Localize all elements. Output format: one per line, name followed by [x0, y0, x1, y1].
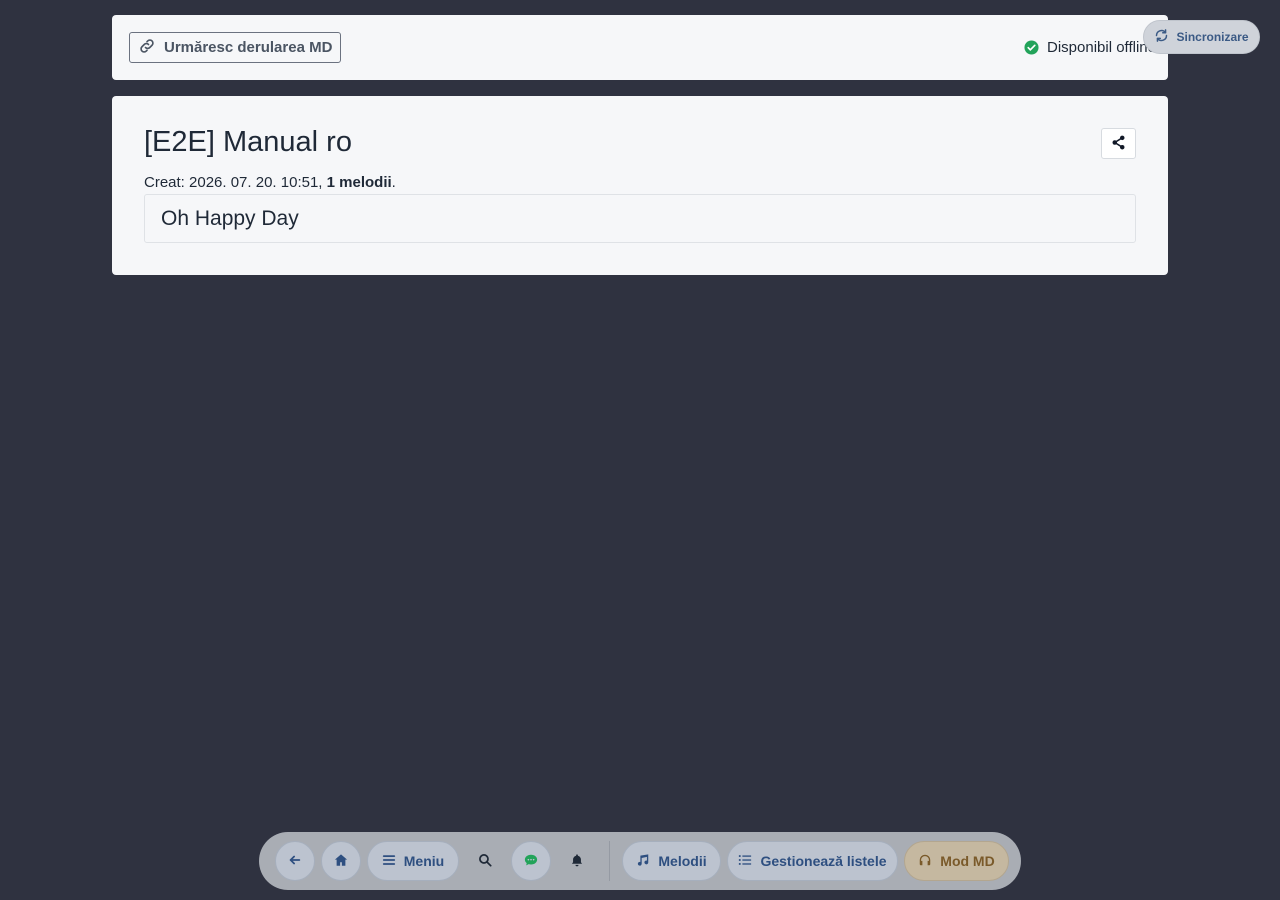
follow-md-scroll-label: Urmăresc derularea MD	[164, 39, 333, 56]
menu-button[interactable]: Meniu	[367, 841, 459, 881]
list-icon	[738, 853, 752, 870]
song-list-card: [E2E] Manual ro Creat: 2026. 07. 20. 10:…	[112, 96, 1168, 275]
chat-icon	[524, 853, 538, 870]
list-item[interactable]: Oh Happy Day	[144, 194, 1136, 243]
sync-icon	[1154, 28, 1169, 46]
home-icon	[334, 853, 348, 870]
md-mode-button[interactable]: Mod MD	[904, 841, 1009, 881]
created-date: Creat: 2026. 07. 20. 10:51,	[144, 174, 327, 191]
home-button[interactable]	[321, 841, 361, 881]
page-title: [E2E] Manual ro	[144, 126, 352, 158]
bottom-dock: Meniu Melodii Gestionează listele Mod MD	[259, 832, 1021, 890]
back-button[interactable]	[275, 841, 315, 881]
songs-button[interactable]: Melodii	[622, 841, 721, 881]
dock-divider	[609, 841, 610, 881]
song-count: 1 melodii	[326, 174, 392, 191]
offline-status: Disponibil offline	[1024, 39, 1156, 56]
chat-button[interactable]	[511, 841, 551, 881]
search-button[interactable]	[465, 841, 505, 881]
search-icon	[478, 853, 492, 870]
music-note-icon	[636, 853, 650, 870]
manage-lists-label: Gestionează listele	[760, 853, 887, 869]
hamburger-icon	[382, 853, 396, 870]
arrow-left-icon	[288, 853, 302, 870]
headphones-icon	[918, 853, 932, 870]
bell-icon	[570, 853, 584, 870]
menu-label: Meniu	[403, 853, 445, 869]
list-metadata: Creat: 2026. 07. 20. 10:51, 1 melodii.	[144, 174, 396, 191]
link-icon	[138, 37, 156, 59]
notifications-button[interactable]	[557, 841, 597, 881]
follow-md-scroll-button[interactable]: Urmăresc derularea MD	[129, 32, 342, 63]
sync-button[interactable]: Sincronizare	[1143, 20, 1260, 54]
songs-label: Melodii	[658, 853, 707, 869]
top-bar: Urmăresc derularea MD Disponibil offline	[112, 15, 1168, 80]
song-title: Oh Happy Day	[161, 206, 299, 230]
share-button[interactable]	[1101, 128, 1136, 159]
share-icon	[1111, 135, 1126, 153]
md-mode-label: Mod MD	[940, 853, 995, 869]
check-circle-icon	[1024, 40, 1039, 55]
sync-label: Sincronizare	[1176, 30, 1249, 44]
created-suffix: .	[391, 174, 396, 191]
manage-lists-button[interactable]: Gestionează listele	[727, 841, 898, 881]
offline-status-label: Disponibil offline	[1047, 39, 1156, 56]
